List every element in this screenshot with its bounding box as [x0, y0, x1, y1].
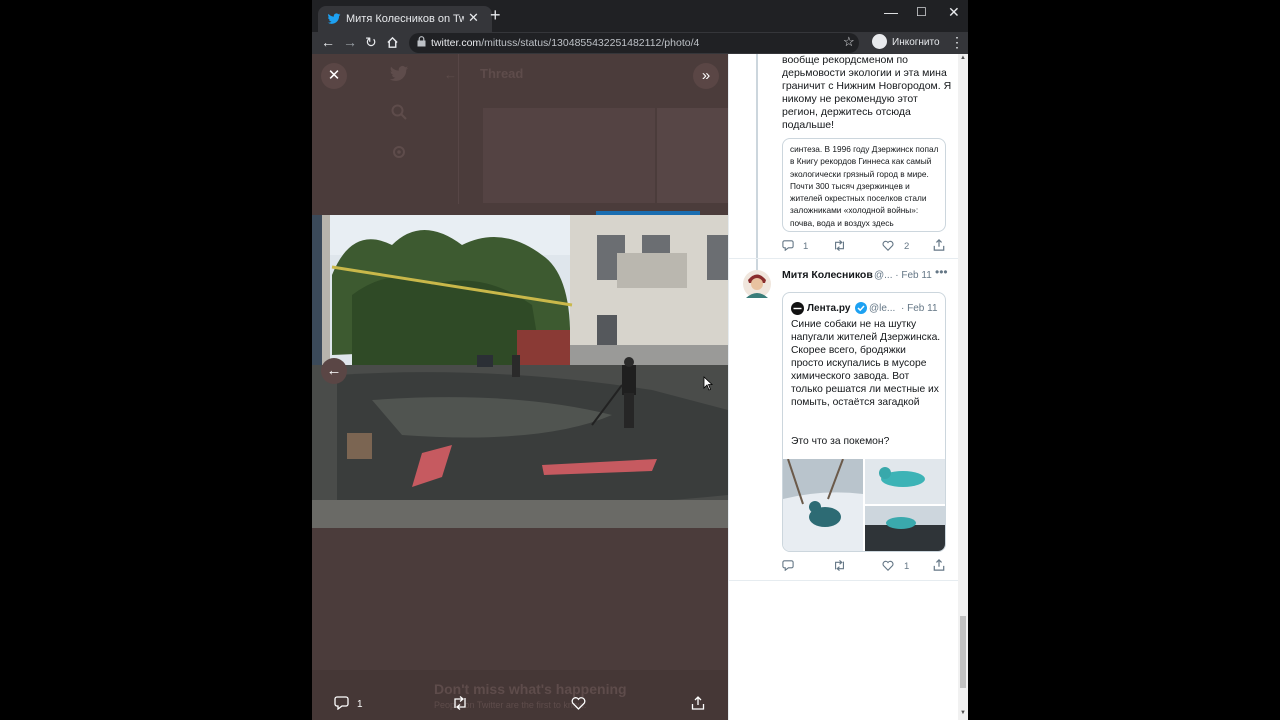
bookmark-star-icon[interactable]: ☆: [843, 34, 855, 50]
tab-bar: Митя Колесников on Twitter: "Т ✕ + — ☐ ✕: [312, 0, 968, 32]
minimize-button[interactable]: —: [884, 4, 898, 20]
reply1-like-count: 2: [904, 241, 910, 252]
reply-count: 1: [357, 699, 363, 710]
ghost-image-2: [657, 108, 728, 203]
retweet-icon[interactable]: [452, 696, 468, 710]
reload-icon[interactable]: ↻: [365, 34, 377, 51]
divider: [729, 580, 959, 581]
quoted-media-grid[interactable]: [783, 459, 945, 551]
page-viewport: ← Thread Don't miss what's happening Peo…: [312, 54, 968, 720]
ghost-image-1: [483, 108, 655, 203]
page-scrollbar[interactable]: ▲ ▼: [958, 54, 968, 720]
reply2-like-icon[interactable]: [882, 560, 894, 571]
scroll-up-icon[interactable]: ▲: [960, 55, 966, 61]
explore-search-icon: [391, 104, 407, 120]
reply2-meta: @... · Feb 11: [874, 270, 932, 281]
reply2-like-count: 1: [904, 561, 910, 572]
thread-line: [756, 54, 758, 274]
prev-arrow-icon: ←: [326, 362, 342, 379]
scroll-down-icon[interactable]: ▼: [960, 710, 966, 716]
tab-title: Митя Колесников on Twitter: "Т: [346, 13, 464, 25]
incognito-icon: [872, 34, 887, 49]
quoted-tweet-card[interactable]: Лента.ру @le... · Feb 11 Синие собаки не…: [782, 292, 946, 552]
incognito-label: Инкогнито: [892, 37, 940, 48]
mouse-cursor-icon: [703, 376, 713, 391]
avatar[interactable]: [743, 268, 771, 300]
twitter-favicon-icon: [327, 13, 341, 24]
quoted-author: Лента.ру: [807, 303, 851, 314]
reply1-retweet-icon[interactable]: [833, 240, 846, 251]
menu-kebab-icon[interactable]: ⋮: [950, 34, 964, 51]
divider: [729, 258, 959, 259]
reply2-reply-icon[interactable]: [782, 560, 794, 571]
media-photo: [312, 215, 728, 528]
ghost-divider: [458, 54, 459, 204]
more-options-icon[interactable]: •••: [935, 266, 948, 279]
maximize-button[interactable]: ☐: [916, 5, 927, 19]
reply1-reply-count: 1: [803, 241, 809, 252]
quoted-text-2: Это что за покемон?: [791, 436, 890, 447]
reply1-like-icon[interactable]: [882, 240, 894, 251]
window-close-button[interactable]: ✕: [948, 4, 960, 21]
quoted-date: · Feb 11: [901, 303, 938, 314]
share-icon[interactable]: [691, 696, 705, 710]
url-path: /mittuss/status/1304855432251482112/phot…: [481, 37, 700, 49]
reply2-share-icon[interactable]: [933, 559, 945, 571]
home-icon[interactable]: [386, 36, 399, 49]
close-icon: ✕: [327, 67, 341, 84]
twitter-logo-icon: [389, 66, 409, 81]
verified-badge-icon: [855, 302, 867, 314]
new-tab-button[interactable]: +: [490, 5, 501, 26]
reply1-card-text: синтеза. В 1996 году Дзержинск попал в К…: [790, 144, 939, 228]
puddle-street-photo: [312, 215, 728, 528]
ghost-dont-miss: Don't miss what's happening: [434, 681, 627, 697]
media-viewer: ← Thread Don't miss what's happening Peo…: [312, 54, 728, 720]
lock-icon: [417, 36, 426, 47]
scrollbar-thumb[interactable]: [960, 616, 966, 688]
browser-tab[interactable]: Митя Колесников on Twitter: "Т ✕: [318, 6, 492, 32]
forward-arrow-icon[interactable]: →: [343, 34, 357, 50]
browser-toolbar: ← → ↻ twitter.com/mittuss/status/1304855…: [312, 32, 968, 54]
reply1-share-icon[interactable]: [933, 239, 945, 251]
settings-gear-icon: [393, 146, 405, 158]
ghost-thread-header: Thread: [480, 66, 524, 81]
reply1-link-card[interactable]: синтеза. В 1996 году Дзержинск попал в К…: [782, 138, 946, 232]
tab-close-icon[interactable]: ✕: [468, 10, 479, 26]
expand-media-button[interactable]: »: [693, 63, 719, 89]
quoted-text: Синие собаки не на шутку напугали жителе…: [791, 319, 941, 408]
url-domain: twitter.com: [431, 37, 482, 49]
thread-feed: вообще рекордсменом по дерьмовости эколо…: [728, 54, 959, 720]
reply-icon[interactable]: [334, 696, 349, 710]
browser-window: Митя Колесников on Twitter: "Т ✕ + — ☐ ✕…: [312, 0, 968, 720]
reply2-author[interactable]: Митя Колесников: [782, 269, 873, 282]
ghost-back-arrow-icon: ←: [444, 67, 457, 82]
close-media-button[interactable]: ✕: [321, 63, 347, 89]
url-text: twitter.com/mittuss/status/1304855432251…: [431, 37, 699, 49]
reply2-retweet-icon[interactable]: [833, 560, 846, 571]
quoted-handle: @le...: [869, 303, 896, 314]
like-icon[interactable]: [571, 696, 586, 710]
previous-photo-button[interactable]: ←: [321, 358, 347, 384]
reply1-text: вообще рекордсменом по дерьмовости эколо…: [782, 54, 952, 131]
address-bar[interactable]: twitter.com/mittuss/status/1304855432251…: [409, 33, 859, 53]
expand-icon: »: [701, 67, 711, 84]
lenta-logo-icon: [791, 302, 804, 315]
back-arrow-icon[interactable]: ←: [321, 34, 335, 50]
reply1-reply-icon[interactable]: [782, 240, 794, 251]
